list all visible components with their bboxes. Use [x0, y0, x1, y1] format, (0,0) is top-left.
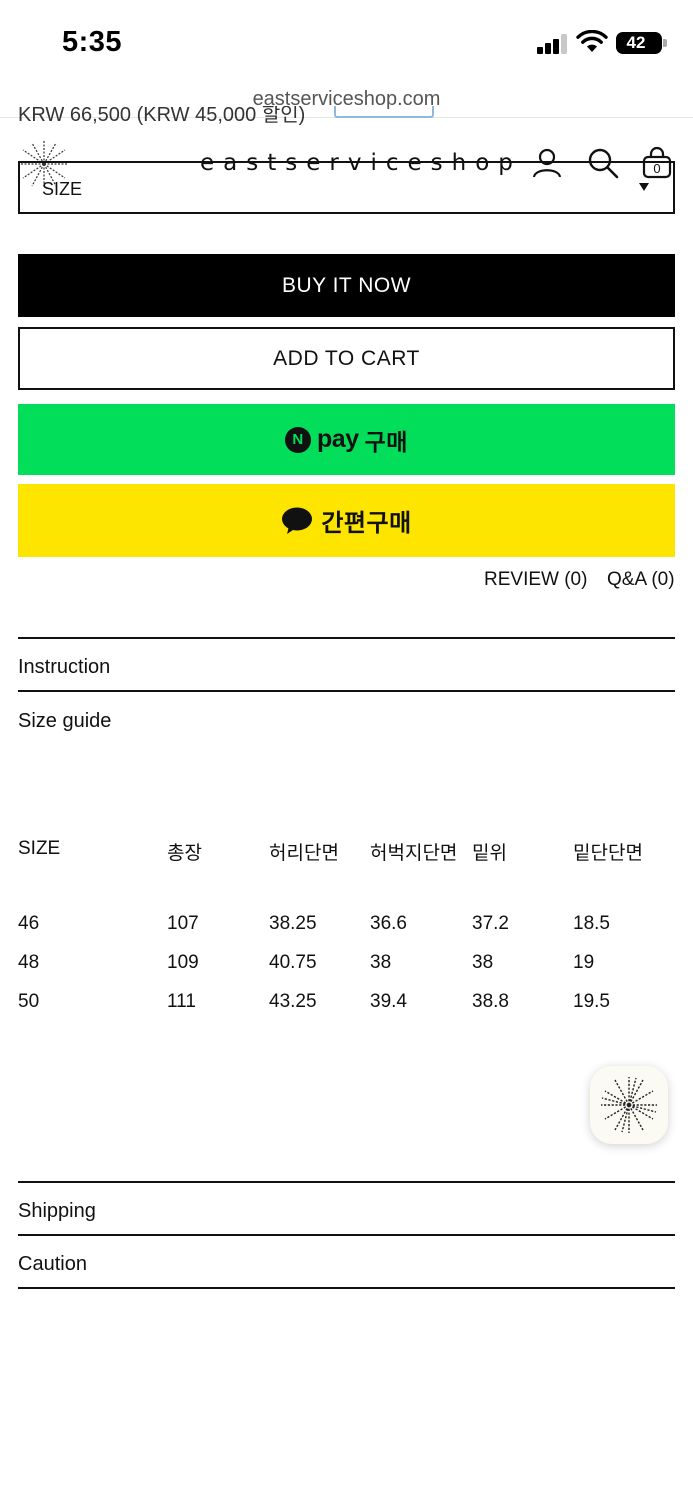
divider [18, 1287, 675, 1289]
npay-suffix: 구매 [364, 428, 408, 455]
battery-icon: 42 [616, 32, 667, 54]
table-header: 총장 [167, 843, 202, 864]
table-header: 밑위 [472, 843, 507, 864]
table-cell: 38.25 [269, 913, 317, 934]
status-time: 5:35 [62, 26, 123, 58]
caution-toggle[interactable]: Caution [18, 1253, 87, 1276]
table-header: 허리단면 [269, 843, 339, 864]
table-cell: 48 [18, 952, 40, 973]
table-cell: 38 [370, 952, 392, 973]
battery-level: 42 [626, 33, 646, 52]
table-cell: 38.8 [472, 991, 509, 1012]
table-cell: 19 [573, 952, 595, 973]
divider [18, 637, 675, 639]
review-link[interactable]: REVIEW (0) [484, 569, 587, 591]
table-cell: 40.75 [269, 952, 317, 973]
table-cell: 19.5 [573, 991, 610, 1012]
npay-label: pay [317, 425, 359, 453]
table-cell: 38 [472, 952, 494, 973]
table-cell: 111 [167, 991, 196, 1012]
kakao-checkout-button[interactable]: 간편구매 [18, 484, 675, 557]
coupon-badge[interactable] [334, 106, 434, 118]
table-cell: 39.4 [370, 991, 407, 1012]
caret-down-icon [639, 183, 649, 191]
wifi-icon [576, 30, 608, 52]
table-header: 허벅지단면 [370, 843, 458, 864]
starburst-icon [601, 1077, 657, 1133]
size-select[interactable]: SIZE [18, 161, 675, 214]
instruction-toggle[interactable]: Instruction [18, 656, 110, 679]
cellular-signal-icon [537, 34, 569, 54]
divider [18, 1181, 675, 1183]
price-text: KRW 66,500 (KRW 45,000 할인) [18, 106, 306, 126]
table-cell: 46 [18, 913, 40, 934]
size-select-label: SIZE [42, 179, 83, 199]
qna-link[interactable]: Q&A (0) [607, 569, 675, 591]
add-to-cart-button[interactable]: ADD TO CART [18, 327, 675, 390]
shipping-toggle[interactable]: Shipping [18, 1200, 96, 1223]
price-row: KRW 66,500 (KRW 45,000 할인) [18, 106, 478, 132]
table-cell: 107 [167, 913, 199, 934]
floating-chat-button[interactable] [590, 1066, 668, 1144]
table-cell: 43.25 [269, 991, 317, 1012]
buy-now-button[interactable]: BUY IT NOW [18, 254, 675, 317]
table-cell: 36.6 [370, 913, 407, 934]
table-header: 밑단단면 [573, 843, 643, 864]
kakao-label: 간편구매 [321, 510, 412, 537]
npay-button[interactable]: N pay 구매 [18, 404, 675, 475]
table-cell: 18.5 [573, 913, 610, 934]
table-cell: 109 [167, 952, 199, 973]
npay-logo-icon: N [285, 426, 312, 453]
table-cell: 37.2 [472, 913, 509, 934]
size-guide-toggle[interactable]: Size guide [18, 710, 111, 733]
table-header: SIZE [18, 838, 61, 859]
speech-bubble-icon [282, 507, 313, 534]
status-bar: 5:35 42 [0, 0, 693, 86]
table-cell: 50 [18, 991, 40, 1012]
divider [18, 690, 675, 692]
divider [18, 1234, 675, 1236]
